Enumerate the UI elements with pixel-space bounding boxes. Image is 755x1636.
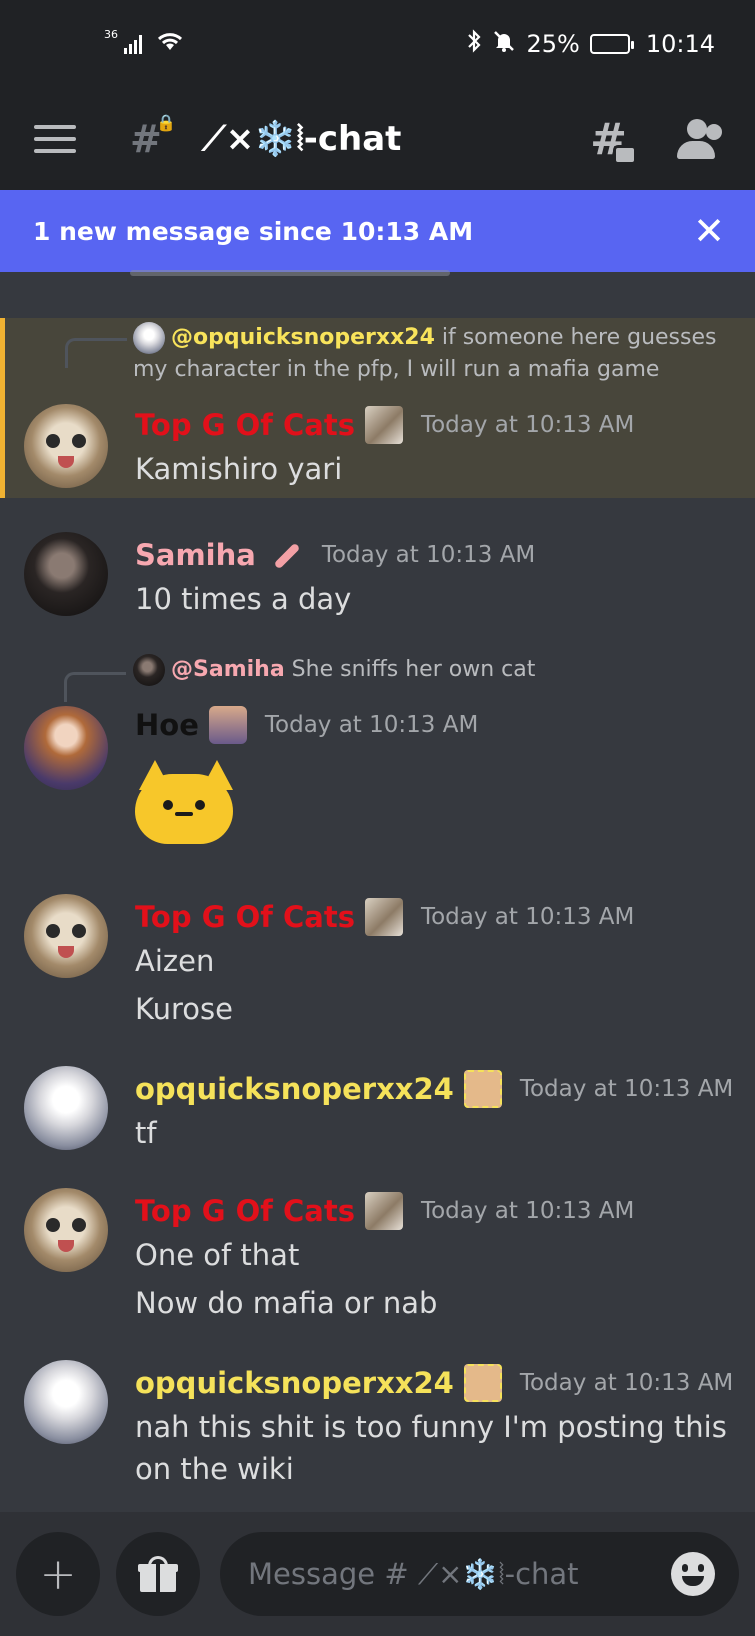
avatar[interactable] [24,1188,108,1272]
status-bar: 36 25% 10:14 [0,0,755,88]
cat-badge-icon [364,406,403,444]
status-right: 25% 10:14 [466,29,715,59]
timestamp: Today at 10:13 AM [420,904,635,930]
message-header: Top G Of Cats Today at 10:13 AM [135,1192,634,1230]
signal-icon [124,34,142,54]
message-input[interactable]: Message # ⟋×❄️⦚-chat [220,1532,739,1616]
close-icon[interactable]: ✕ [693,212,725,250]
timestamp: Today at 10:13 AM [519,1370,734,1396]
message-text: 10 times a day [135,582,352,616]
gift-button[interactable] [116,1532,200,1616]
timestamp: Today at 10:13 AM [264,712,479,738]
timestamp: Today at 10:13 AM [519,1076,734,1102]
channel-header: # 🔒 ⟋×❄️⦚-chat # [0,88,755,190]
battery-percent: 25% [526,30,580,58]
add-attachment-button[interactable]: + [16,1532,100,1616]
status-left: 36 [104,27,184,58]
gift-icon [138,1556,178,1592]
avatar[interactable] [24,706,108,790]
smile-icon[interactable] [671,1552,715,1596]
avatar[interactable] [24,404,108,488]
anime-badge-icon [208,706,247,744]
new-messages-text[interactable]: 1 new message since 10:13 AM [33,217,473,246]
message-text: tf [135,1116,157,1150]
new-messages-bar[interactable]: 1 new message since 10:13 AM ✕ [0,190,755,272]
message-item[interactable]: opquicksnoperxx24 Today at 10:13 AM tf [0,1056,755,1166]
username[interactable]: Hoe [135,708,199,742]
message-text: on the wiki [135,1452,294,1486]
timestamp: Today at 10:13 AM [321,542,536,568]
timestamp: Today at 10:13 AM [420,1198,635,1224]
message-item[interactable]: Top G Of Cats Today at 10:13 AM Aizen Ku… [0,884,755,1034]
hamburger-icon[interactable] [34,125,76,153]
avatar[interactable] [24,894,108,978]
username[interactable]: opquicksnoperxx24 [135,1072,454,1106]
message-text: Aizen [135,944,215,978]
message-text: nah this shit is too funny I'm posting t… [135,1410,727,1444]
knife-badge-icon [266,536,304,574]
reply-text: She sniffs her own cat [284,657,536,682]
reply-mention[interactable]: @opquicksnoperxx24 [171,325,435,350]
message-item[interactable]: opquicksnoperxx24 Today at 10:13 AM nah … [0,1350,755,1500]
reply-avatar [133,654,165,686]
username[interactable]: Top G Of Cats [135,1194,355,1228]
plus-icon: + [39,1548,77,1600]
threads-icon[interactable]: # [590,114,637,165]
cat-badge-icon [364,898,403,936]
cat-emoji[interactable] [135,760,233,844]
scrolled-off-message [130,266,450,278]
bluetooth-icon [466,29,482,59]
reply-preview[interactable]: @Samiha She sniffs her own cat [133,654,535,686]
channel-name[interactable]: ⟋×❄️⦚-chat [202,119,401,159]
message-item[interactable]: Samiha Today at 10:13 AM 10 times a day [0,522,755,642]
reply-avatar [133,322,165,354]
locked-hash-icon: # 🔒 [130,113,176,161]
message-item[interactable]: @opquicksnoperxx24 if someone here guess… [0,318,755,498]
message-header: opquicksnoperxx24 Today at 10:13 AM [135,1364,733,1402]
scroll-badge-icon [463,1070,502,1108]
reply-connector [64,672,126,702]
avatar[interactable] [24,532,108,616]
wifi-icon [156,30,184,58]
message-header: opquicksnoperxx24 Today at 10:13 AM [135,1070,733,1108]
message-header: Top G Of Cats Today at 10:13 AM [135,898,634,936]
message-text: Kurose [135,992,233,1026]
message-composer: + Message # ⟋×❄️⦚-chat [0,1512,755,1636]
message-input-placeholder[interactable]: Message # ⟋×❄️⦚-chat [248,1557,671,1592]
battery-icon [589,34,634,54]
cat-badge-icon [364,1192,403,1230]
message-text: Now do mafia or nab [135,1286,438,1320]
reply-mention[interactable]: @Samiha [171,657,285,682]
clock: 10:14 [645,30,715,58]
members-icon[interactable] [675,119,725,159]
message-text: Kamishiro yari [135,452,343,486]
avatar[interactable] [24,1360,108,1444]
message-item[interactable]: @Samiha She sniffs her own cat Hoe Today… [0,650,755,865]
avatar[interactable] [24,1066,108,1150]
reply-preview[interactable]: @opquicksnoperxx24 if someone here guess… [133,322,733,385]
mute-bell-icon [492,29,516,59]
reply-connector [65,338,127,368]
message-item[interactable]: Top G Of Cats Today at 10:13 AM One of t… [0,1178,755,1328]
signal-type: 36 [104,27,118,41]
timestamp: Today at 10:13 AM [420,412,635,438]
username[interactable]: Samiha [135,538,256,572]
username[interactable]: Top G Of Cats [135,900,355,934]
message-header: Top G Of Cats Today at 10:13 AM [135,406,634,444]
message-text: One of that [135,1238,300,1272]
scroll-badge-icon [463,1364,502,1402]
username[interactable]: Top G Of Cats [135,408,355,442]
header-actions: # [590,114,725,165]
username[interactable]: opquicksnoperxx24 [135,1366,454,1400]
message-header: Hoe Today at 10:13 AM [135,706,478,744]
message-header: Samiha Today at 10:13 AM [135,536,535,574]
